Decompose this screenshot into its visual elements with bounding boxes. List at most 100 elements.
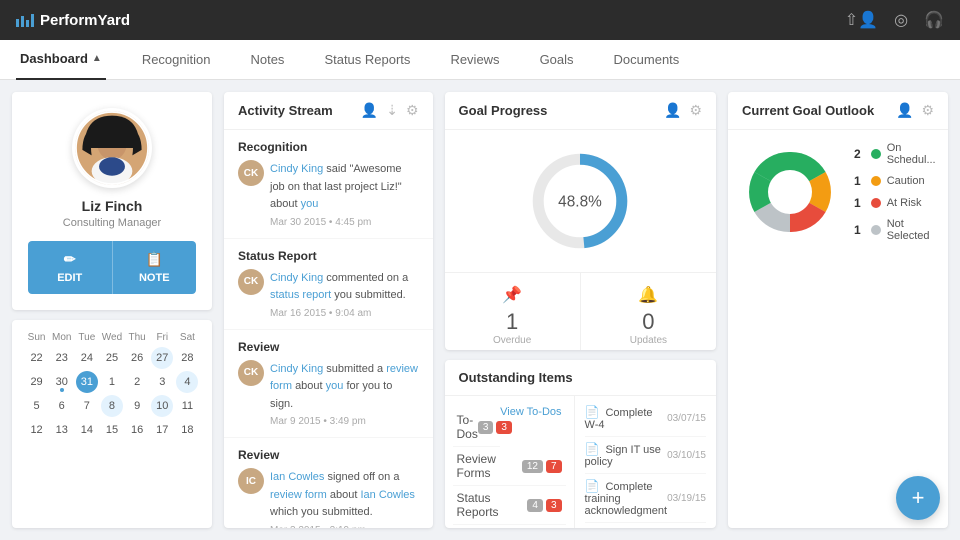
stat-updates: 🔔 0 Updates <box>581 273 716 350</box>
review-form-link-2[interactable]: review form <box>270 489 327 501</box>
avatar-ian-cowles: IC <box>238 468 264 494</box>
activity-type-review-1: Review <box>238 340 419 354</box>
calendar-week-3: 5 6 7 8 9 10 11 <box>24 395 200 417</box>
activity-item-recognition: Recognition CK Cindy King said "Awesome … <box>224 130 433 239</box>
activity-text-4: Ian Cowles signed off on a review form a… <box>270 468 419 528</box>
gray-dot <box>871 225 881 235</box>
nav-notes[interactable]: Notes <box>246 40 288 80</box>
center-right-panel: Goal Progress 👤 ⚙ 48.8% 📌 1 Overdue <box>445 92 716 528</box>
sub-navigation: Dashboard ▲ Recognition Notes Status Rep… <box>0 40 960 80</box>
activity-content-2: CK Cindy King commented on a status repo… <box>238 269 419 319</box>
action-buttons: ✏ EDIT 📋 NOTE <box>28 241 196 294</box>
activity-meta-1: Mar 30 2015 • 4:45 pm <box>270 217 419 228</box>
todo-item-review-forms[interactable]: Review Forms 12 7 <box>453 447 566 486</box>
activity-card: Activity Stream 👤 ⇣ ⚙ Recognition CK Cin… <box>224 92 433 528</box>
nav-goals[interactable]: Goals <box>536 40 578 80</box>
person-icon-3[interactable]: 👤 <box>896 102 913 119</box>
doc-icon-1: 📄 <box>585 405 600 419</box>
goal-progress-title: Goal Progress <box>459 103 548 118</box>
todo-badge: 3 3 <box>478 421 512 434</box>
todos-column: View To-Dos To-Dos 3 3 Review Forms 12 7 <box>445 396 575 528</box>
activity-item-review-2: Review IC Ian Cowles signed off on a rev… <box>224 438 433 528</box>
activity-item-status-report: Status Report CK Cindy King commented on… <box>224 239 433 330</box>
nav-status-reports[interactable]: Status Reports <box>320 40 414 80</box>
activity-type-status: Status Report <box>238 249 419 263</box>
edit-button[interactable]: ✏ EDIT <box>28 241 113 294</box>
settings-icon-2[interactable]: ⚙ <box>689 102 702 119</box>
activity-meta-2: Mar 16 2015 • 9:04 am <box>270 308 419 319</box>
outstanding-title: Outstanding Items <box>459 370 573 385</box>
upload-person-icon[interactable]: ⇧👤 <box>845 10 878 30</box>
legend-at-risk: 1 At Risk <box>854 196 936 210</box>
nav-recognition[interactable]: Recognition <box>138 40 215 80</box>
todo-item-status-reports[interactable]: Status Reports 4 3 <box>453 486 566 525</box>
edit-icon: ✏ <box>64 251 76 268</box>
avatar-cindy-king-2: CK <box>238 269 264 295</box>
cindy-king-link-3[interactable]: Cindy King <box>270 363 323 375</box>
activity-type-recognition: Recognition <box>238 140 419 154</box>
cindy-king-link-1[interactable]: Cindy King <box>270 163 323 175</box>
activity-body: Recognition CK Cindy King said "Awesome … <box>224 130 433 528</box>
nav-dashboard[interactable]: Dashboard ▲ <box>16 40 106 80</box>
app-name: PerformYard <box>40 12 130 29</box>
note-button[interactable]: 📋 NOTE <box>113 241 197 294</box>
review-forms-badge: 12 7 <box>522 460 562 473</box>
outlook-header: Current Goal Outlook 👤 ⚙ <box>728 92 948 130</box>
todo-row-1: 📄Complete W-4 03/07/15 <box>585 400 706 437</box>
top-navigation: PerformYard ⇧👤 ◎ 🎧 <box>0 0 960 40</box>
view-todos-link[interactable]: View To-Dos <box>500 406 561 418</box>
download-icon[interactable]: ⇣ <box>386 102 398 119</box>
activity-content-3: CK Cindy King submitted a review form ab… <box>238 360 419 428</box>
updates-count: 0 <box>642 309 654 335</box>
activity-stream-panel: Activity Stream 👤 ⇣ ⚙ Recognition CK Cin… <box>224 92 433 528</box>
todo-row-2: 📄Sign IT use policy 03/10/15 <box>585 437 706 474</box>
avatar <box>72 108 152 188</box>
calendar-card: SunMonTueWedThuFriSat 22 23 24 25 26 27 … <box>12 320 212 528</box>
doc-icon-2: 📄 <box>585 442 600 456</box>
todo-item-todos[interactable]: To-Dos 3 3 <box>453 408 501 447</box>
note-icon: 📋 <box>146 251 163 268</box>
chevron-down-icon: ▲ <box>92 53 102 64</box>
goal-header-icons: 👤 ⚙ <box>664 102 702 119</box>
avatar-cindy-king-1: CK <box>238 160 264 186</box>
outstanding-header: Outstanding Items <box>445 360 716 396</box>
pin-icon: 📌 <box>502 285 522 305</box>
logo-icon <box>16 14 34 27</box>
card-header-icons: 👤 ⇣ ⚙ <box>361 102 419 119</box>
legend-caution: 1 Caution <box>854 174 936 188</box>
profile-name: Liz Finch <box>82 198 143 214</box>
stat-overdue: 📌 1 Overdue <box>445 273 581 350</box>
activity-title: Activity Stream <box>238 103 333 118</box>
status-report-link[interactable]: status report <box>270 289 331 301</box>
legend-on-schedule: 2 On Schedul... <box>854 142 936 166</box>
you-link-1[interactable]: you <box>301 198 319 210</box>
activity-meta-3: Mar 9 2015 • 3:49 pm <box>270 416 419 427</box>
avatar-cindy-king-3: CK <box>238 360 264 386</box>
calendar-week-2: 29 30 31 1 2 3 4 <box>24 371 200 393</box>
fab-button[interactable]: + <box>896 476 940 520</box>
pie-chart-svg <box>740 142 840 242</box>
ian-cowles-link-2[interactable]: Ian Cowles <box>361 489 415 501</box>
goal-progress-card: Goal Progress 👤 ⚙ 48.8% 📌 1 Overdue <box>445 92 716 350</box>
nav-reviews[interactable]: Reviews <box>446 40 503 80</box>
outlook-body: 2 On Schedul... 1 Caution 1 At Risk <box>728 130 948 254</box>
activity-text-2: Cindy King commented on a status report … <box>270 269 419 319</box>
updates-label: Updates <box>630 335 667 346</box>
person-add-icon[interactable]: 👤 <box>361 102 378 119</box>
red-dot <box>871 198 881 208</box>
stats-row: 📌 1 Overdue 🔔 0 Updates <box>445 272 716 350</box>
globe-icon[interactable]: ◎ <box>894 10 908 30</box>
ian-cowles-link-1[interactable]: Ian Cowles <box>270 471 324 483</box>
cindy-king-link-2[interactable]: Cindy King <box>270 272 323 284</box>
donut-chart: 48.8% <box>525 146 635 256</box>
left-panel: Liz Finch Consulting Manager ✏ EDIT 📋 NO… <box>12 92 212 528</box>
todos-detail: 📄Complete W-4 03/07/15 📄Sign IT use poli… <box>575 396 716 528</box>
settings-icon-3[interactable]: ⚙ <box>921 102 934 119</box>
you-link-2[interactable]: you <box>326 380 344 392</box>
calendar-week-1: 22 23 24 25 26 27 28 <box>24 347 200 369</box>
headset-icon[interactable]: 🎧 <box>924 10 944 30</box>
settings-icon[interactable]: ⚙ <box>406 102 419 119</box>
nav-documents[interactable]: Documents <box>610 40 684 80</box>
goal-progress-header: Goal Progress 👤 ⚙ <box>445 92 716 130</box>
person-icon[interactable]: 👤 <box>664 102 681 119</box>
